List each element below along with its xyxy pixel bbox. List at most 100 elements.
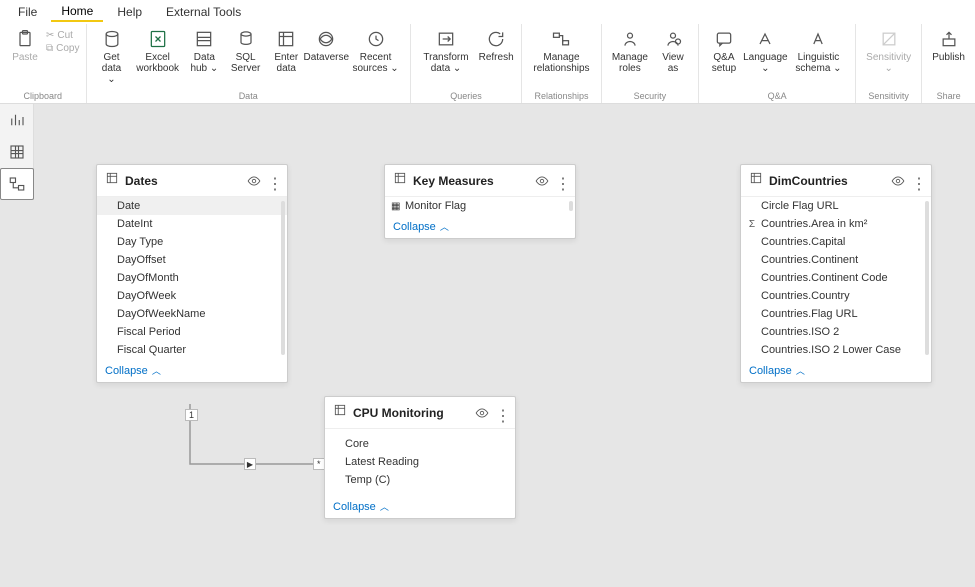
field-item[interactable]: DayOfWeekName — [97, 305, 287, 323]
table-card-dimcountries[interactable]: DimCountries ⋮ Circle Flag URL ΣCountrie… — [740, 164, 932, 383]
field-item[interactable]: Countries.Continent Code — [741, 269, 931, 287]
more-options-icon[interactable]: ⋮ — [911, 174, 925, 188]
more-options-icon[interactable]: ⋮ — [267, 174, 281, 188]
ribbon: Paste ✂Cut ⧉Copy Clipboard Get data ⌄ Ex… — [0, 24, 975, 104]
recent-icon — [365, 28, 387, 50]
ribbon-group-qa: Q&A setup Language ⌄ Linguistic schema ⌄… — [699, 24, 856, 103]
scrollbar[interactable] — [925, 201, 929, 355]
transform-data-button[interactable]: Transform data ⌄ — [417, 26, 475, 76]
language-button[interactable]: Language ⌄ — [745, 26, 786, 76]
field-item[interactable]: Countries.ISO 2 — [741, 323, 931, 341]
chevron-up-icon: ︿ — [796, 364, 805, 377]
field-item[interactable]: Core — [325, 435, 515, 453]
collapse-button[interactable]: Collapse︿ — [325, 495, 515, 518]
field-list: ▦Monitor Flag — [385, 197, 575, 215]
excel-workbook-button[interactable]: Excel workbook — [133, 26, 183, 76]
table-card-cpu-monitoring[interactable]: CPU Monitoring ⋮ Core Latest Reading Tem… — [324, 396, 516, 519]
enter-data-button[interactable]: Enter data — [267, 26, 305, 76]
card-title: Key Measures — [413, 174, 529, 188]
field-item[interactable]: Countries.Continent — [741, 251, 931, 269]
sigma-icon: Σ — [747, 219, 757, 230]
group-label-share: Share — [937, 90, 961, 103]
ribbon-group-share: Publish Share — [922, 24, 975, 103]
field-item[interactable]: ΣCountries.Area in km² — [741, 215, 931, 233]
group-label-clipboard: Clipboard — [23, 90, 62, 103]
cut-button[interactable]: ✂Cut — [46, 30, 80, 41]
collapse-button[interactable]: Collapse︿ — [741, 359, 931, 382]
more-options-icon[interactable]: ⋮ — [555, 174, 569, 188]
visibility-icon[interactable] — [535, 174, 549, 188]
field-item[interactable]: Countries.Flag URL — [741, 305, 931, 323]
field-item[interactable]: Date — [97, 197, 287, 215]
collapse-button[interactable]: Collapse︿ — [385, 215, 575, 238]
model-view-button[interactable] — [0, 168, 34, 200]
menu-file[interactable]: File — [8, 3, 47, 21]
visibility-icon[interactable] — [475, 406, 489, 420]
sql-server-button[interactable]: SQL Server — [226, 26, 265, 76]
recent-sources-button[interactable]: Recent sources ⌄ — [347, 26, 404, 76]
field-list: Circle Flag URL ΣCountries.Area in km² C… — [741, 197, 931, 359]
field-item[interactable]: DayOfWeek — [97, 287, 287, 305]
paste-icon — [14, 28, 36, 50]
table-icon — [393, 171, 407, 190]
field-item[interactable]: Countries.ISO 2 Lower Case — [741, 341, 931, 359]
measure-icon: ▦ — [391, 201, 401, 212]
linguistic-schema-button[interactable]: Linguistic schema ⌄ — [788, 26, 849, 76]
data-hub-button[interactable]: Data hub ⌄ — [185, 26, 224, 76]
scrollbar[interactable] — [281, 201, 285, 355]
manage-relationships-button[interactable]: Manage relationships — [528, 26, 595, 76]
refresh-button[interactable]: Refresh — [477, 26, 515, 65]
report-view-button[interactable] — [0, 104, 34, 136]
ribbon-group-queries: Transform data ⌄ Refresh Queries — [411, 24, 522, 103]
scrollbar[interactable] — [569, 201, 573, 211]
field-item[interactable]: DayOffset — [97, 251, 287, 269]
table-card-dates[interactable]: Dates ⋮ Date DateInt Day Type DayOffset … — [96, 164, 288, 383]
visibility-icon[interactable] — [247, 174, 261, 188]
ribbon-group-sensitivity: Sensitivity ⌄ Sensitivity — [856, 24, 922, 103]
transform-icon — [435, 28, 457, 50]
dataverse-button[interactable]: Dataverse — [307, 26, 345, 65]
field-item[interactable]: Day Type — [97, 233, 287, 251]
relationship-direction-icon[interactable]: ▶ — [244, 458, 256, 470]
group-label-relationships: Relationships — [534, 90, 588, 103]
sql-icon — [235, 28, 257, 50]
menu-home[interactable]: Home — [51, 2, 103, 22]
menu-bar: File Home Help External Tools — [0, 0, 975, 24]
menu-help[interactable]: Help — [107, 3, 152, 21]
field-item[interactable]: Latest Reading — [325, 453, 515, 471]
table-card-key-measures[interactable]: Key Measures ⋮ ▦Monitor Flag Collapse︿ — [384, 164, 576, 239]
field-list: Date DateInt Day Type DayOffset DayOfMon… — [97, 197, 287, 359]
collapse-button[interactable]: Collapse︿ — [97, 359, 287, 382]
field-item[interactable]: Fiscal Period — [97, 323, 287, 341]
enterdata-icon — [275, 28, 297, 50]
data-view-button[interactable] — [0, 136, 34, 168]
ribbon-group-data: Get data ⌄ Excel workbook Data hub ⌄ SQL… — [87, 24, 411, 103]
field-item[interactable]: ▦Monitor Flag — [385, 197, 575, 215]
get-data-button[interactable]: Get data ⌄ — [93, 26, 131, 87]
more-options-icon[interactable]: ⋮ — [495, 406, 509, 420]
qa-setup-button[interactable]: Q&A setup — [705, 26, 743, 76]
field-item[interactable]: DateInt — [97, 215, 287, 233]
field-item[interactable]: Temp (C) — [325, 471, 515, 489]
group-label-qa: Q&A — [768, 90, 787, 103]
chevron-up-icon: ︿ — [152, 364, 161, 377]
visibility-icon[interactable] — [891, 174, 905, 188]
field-item[interactable]: Countries.Country — [741, 287, 931, 305]
field-item[interactable]: DayOfMonth — [97, 269, 287, 287]
field-item[interactable]: Circle Flag URL — [741, 197, 931, 215]
getdata-icon — [101, 28, 123, 50]
field-item[interactable]: Fiscal Quarter — [97, 341, 287, 359]
publish-button[interactable]: Publish — [928, 26, 969, 65]
model-canvas[interactable]: 1 ▶ * Dates ⋮ Date DateInt Day Type DayO… — [34, 104, 975, 587]
viewas-icon — [662, 28, 684, 50]
sensitivity-button[interactable]: Sensitivity ⌄ — [862, 26, 915, 76]
copy-button[interactable]: ⧉Copy — [46, 43, 80, 54]
group-label-security: Security — [634, 90, 667, 103]
menu-external-tools[interactable]: External Tools — [156, 3, 251, 21]
cardinality-one: 1 — [185, 409, 198, 421]
manage-roles-button[interactable]: Manage roles — [608, 26, 652, 76]
paste-button[interactable]: Paste — [6, 26, 44, 65]
view-as-button[interactable]: View as — [654, 26, 692, 76]
ribbon-group-clipboard: Paste ✂Cut ⧉Copy Clipboard — [0, 24, 87, 103]
field-item[interactable]: Countries.Capital — [741, 233, 931, 251]
